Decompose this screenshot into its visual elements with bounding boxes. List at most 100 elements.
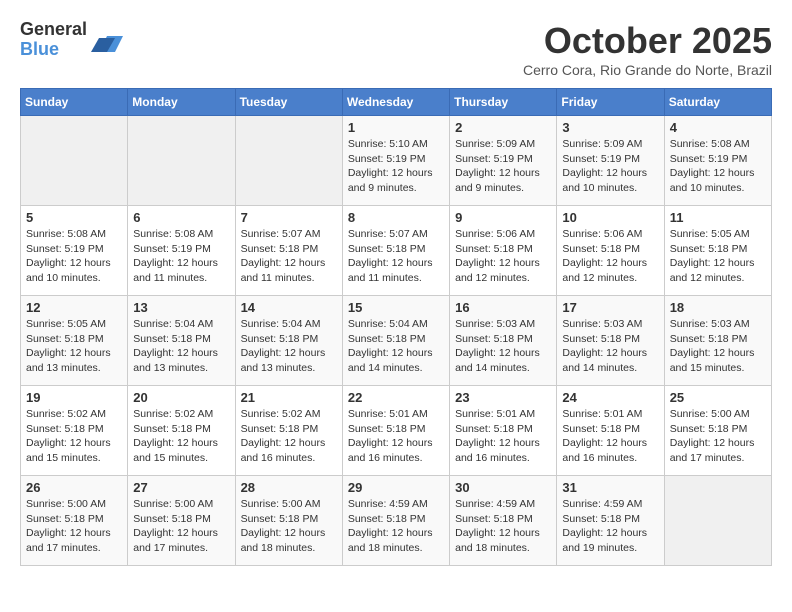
month-title: October 2025 xyxy=(523,20,772,62)
day-number: 3 xyxy=(562,120,658,135)
table-row: 12 Sunrise: 5:05 AMSunset: 5:18 PMDayligh… xyxy=(21,296,128,386)
table-row: 7 Sunrise: 5:07 AMSunset: 5:18 PMDaylight… xyxy=(235,206,342,296)
day-info: Sunrise: 5:06 AMSunset: 5:18 PMDaylight:… xyxy=(455,227,551,286)
header-tuesday: Tuesday xyxy=(235,89,342,116)
table-row xyxy=(21,116,128,206)
day-info: Sunrise: 5:01 AMSunset: 5:18 PMDaylight:… xyxy=(455,407,551,466)
table-row: 15 Sunrise: 5:04 AMSunset: 5:18 PMDayligh… xyxy=(342,296,449,386)
day-number: 14 xyxy=(241,300,337,315)
day-number: 11 xyxy=(670,210,766,225)
day-info: Sunrise: 5:03 AMSunset: 5:18 PMDaylight:… xyxy=(455,317,551,376)
day-number: 25 xyxy=(670,390,766,405)
day-info: Sunrise: 5:03 AMSunset: 5:18 PMDaylight:… xyxy=(562,317,658,376)
day-info: Sunrise: 5:08 AMSunset: 5:19 PMDaylight:… xyxy=(670,137,766,196)
day-info: Sunrise: 5:03 AMSunset: 5:18 PMDaylight:… xyxy=(670,317,766,376)
day-info: Sunrise: 5:00 AMSunset: 5:18 PMDaylight:… xyxy=(241,497,337,556)
header-friday: Friday xyxy=(557,89,664,116)
day-info: Sunrise: 5:04 AMSunset: 5:18 PMDaylight:… xyxy=(348,317,444,376)
day-number: 5 xyxy=(26,210,122,225)
table-row: 14 Sunrise: 5:04 AMSunset: 5:18 PMDayligh… xyxy=(235,296,342,386)
day-number: 13 xyxy=(133,300,229,315)
calendar-header: Sunday Monday Tuesday Wednesday Thursday… xyxy=(21,89,772,116)
day-number: 4 xyxy=(670,120,766,135)
day-number: 18 xyxy=(670,300,766,315)
header-wednesday: Wednesday xyxy=(342,89,449,116)
day-info: Sunrise: 5:02 AMSunset: 5:18 PMDaylight:… xyxy=(26,407,122,466)
day-info: Sunrise: 5:01 AMSunset: 5:18 PMDaylight:… xyxy=(562,407,658,466)
table-row: 5 Sunrise: 5:08 AMSunset: 5:19 PMDaylight… xyxy=(21,206,128,296)
day-number: 26 xyxy=(26,480,122,495)
logo-icon xyxy=(91,24,123,56)
table-row: 9 Sunrise: 5:06 AMSunset: 5:18 PMDaylight… xyxy=(450,206,557,296)
day-number: 29 xyxy=(348,480,444,495)
table-row: 17Sunrise: 5:03 AMSunset: 5:18 PMDayligh… xyxy=(557,296,664,386)
table-row: 30Sunrise: 4:59 AMSunset: 5:18 PMDayligh… xyxy=(450,476,557,566)
table-row xyxy=(128,116,235,206)
day-info: Sunrise: 5:04 AMSunset: 5:18 PMDaylight:… xyxy=(241,317,337,376)
day-info: Sunrise: 5:02 AMSunset: 5:18 PMDaylight:… xyxy=(133,407,229,466)
day-info: Sunrise: 5:01 AMSunset: 5:18 PMDaylight:… xyxy=(348,407,444,466)
header-saturday: Saturday xyxy=(664,89,771,116)
table-row: 10 Sunrise: 5:06 AMSunset: 5:18 PMDayligh… xyxy=(557,206,664,296)
day-info: Sunrise: 4:59 AMSunset: 5:18 PMDaylight:… xyxy=(562,497,658,556)
day-number: 31 xyxy=(562,480,658,495)
calendar-body: 1Sunrise: 5:10 AMSunset: 5:19 PMDaylight… xyxy=(21,116,772,566)
header-thursday: Thursday xyxy=(450,89,557,116)
table-row: 20 Sunrise: 5:02 AMSunset: 5:18 PMDayligh… xyxy=(128,386,235,476)
day-info: Sunrise: 5:08 AMSunset: 5:19 PMDaylight:… xyxy=(26,227,122,286)
table-row: 18 Sunrise: 5:03 AMSunset: 5:18 PMDayligh… xyxy=(664,296,771,386)
day-number: 19 xyxy=(26,390,122,405)
day-info: Sunrise: 5:04 AMSunset: 5:18 PMDaylight:… xyxy=(133,317,229,376)
day-number: 9 xyxy=(455,210,551,225)
calendar-week-3: 12 Sunrise: 5:05 AMSunset: 5:18 PMDayligh… xyxy=(21,296,772,386)
table-row: 21Sunrise: 5:02 AMSunset: 5:18 PMDayligh… xyxy=(235,386,342,476)
day-number: 20 xyxy=(133,390,229,405)
calendar-week-5: 26 Sunrise: 5:00 AMSunset: 5:18 PMDayligh… xyxy=(21,476,772,566)
day-number: 28 xyxy=(241,480,337,495)
title-section: October 2025 Cerro Cora, Rio Grande do N… xyxy=(523,20,772,78)
table-row: 27Sunrise: 5:00 AMSunset: 5:18 PMDayligh… xyxy=(128,476,235,566)
table-row: 13 Sunrise: 5:04 AMSunset: 5:18 PMDayligh… xyxy=(128,296,235,386)
day-number: 2 xyxy=(455,120,551,135)
day-number: 1 xyxy=(348,120,444,135)
day-number: 10 xyxy=(562,210,658,225)
day-info: Sunrise: 5:05 AMSunset: 5:18 PMDaylight:… xyxy=(26,317,122,376)
day-info: Sunrise: 5:00 AMSunset: 5:18 PMDaylight:… xyxy=(133,497,229,556)
day-number: 21 xyxy=(241,390,337,405)
day-info: Sunrise: 5:05 AMSunset: 5:18 PMDaylight:… xyxy=(670,227,766,286)
table-row: 16 Sunrise: 5:03 AMSunset: 5:18 PMDayligh… xyxy=(450,296,557,386)
day-info: Sunrise: 5:09 AMSunset: 5:19 PMDaylight:… xyxy=(562,137,658,196)
location-subtitle: Cerro Cora, Rio Grande do Norte, Brazil xyxy=(523,62,772,78)
calendar-table: Sunday Monday Tuesday Wednesday Thursday… xyxy=(20,88,772,566)
day-info: Sunrise: 5:06 AMSunset: 5:18 PMDaylight:… xyxy=(562,227,658,286)
day-info: Sunrise: 4:59 AMSunset: 5:18 PMDaylight:… xyxy=(348,497,444,556)
day-number: 6 xyxy=(133,210,229,225)
day-number: 16 xyxy=(455,300,551,315)
table-row: 6 Sunrise: 5:08 AMSunset: 5:19 PMDaylight… xyxy=(128,206,235,296)
day-info: Sunrise: 5:08 AMSunset: 5:19 PMDaylight:… xyxy=(133,227,229,286)
table-row: 26Sunrise: 5:00 AMSunset: 5:18 PMDayligh… xyxy=(21,476,128,566)
day-number: 30 xyxy=(455,480,551,495)
day-number: 7 xyxy=(241,210,337,225)
table-row: 3 Sunrise: 5:09 AMSunset: 5:19 PMDaylight… xyxy=(557,116,664,206)
day-number: 22 xyxy=(348,390,444,405)
day-info: Sunrise: 5:09 AMSunset: 5:19 PMDaylight:… xyxy=(455,137,551,196)
day-info: Sunrise: 5:00 AMSunset: 5:18 PMDaylight:… xyxy=(670,407,766,466)
day-info: Sunrise: 5:07 AMSunset: 5:18 PMDaylight:… xyxy=(348,227,444,286)
table-row: 4 Sunrise: 5:08 AMSunset: 5:19 PMDaylight… xyxy=(664,116,771,206)
table-row: 8Sunrise: 5:07 AMSunset: 5:18 PMDaylight… xyxy=(342,206,449,296)
table-row: 24Sunrise: 5:01 AMSunset: 5:18 PMDayligh… xyxy=(557,386,664,476)
day-number: 23 xyxy=(455,390,551,405)
table-row: 19 Sunrise: 5:02 AMSunset: 5:18 PMDayligh… xyxy=(21,386,128,476)
header-monday: Monday xyxy=(128,89,235,116)
table-row: 28 Sunrise: 5:00 AMSunset: 5:18 PMDayligh… xyxy=(235,476,342,566)
table-row xyxy=(664,476,771,566)
logo-general-text: General xyxy=(20,20,87,40)
day-info: Sunrise: 5:07 AMSunset: 5:18 PMDaylight:… xyxy=(241,227,337,286)
weekday-row: Sunday Monday Tuesday Wednesday Thursday… xyxy=(21,89,772,116)
day-number: 15 xyxy=(348,300,444,315)
calendar-week-1: 1Sunrise: 5:10 AMSunset: 5:19 PMDaylight… xyxy=(21,116,772,206)
table-row: 23 Sunrise: 5:01 AMSunset: 5:18 PMDayligh… xyxy=(450,386,557,476)
day-number: 12 xyxy=(26,300,122,315)
page-header: General Blue October 2025 Cerro Cora, Ri… xyxy=(20,20,772,78)
